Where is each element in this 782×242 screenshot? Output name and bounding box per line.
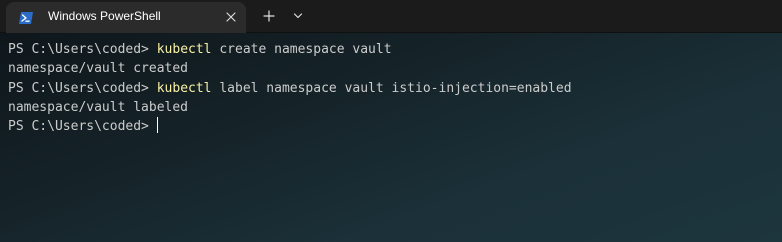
prompt: PS C:\Users\coded>	[8, 42, 157, 57]
command-output: namespace/vault created	[8, 61, 189, 77]
chevron-down-icon	[293, 13, 303, 19]
plus-icon	[263, 10, 275, 22]
tab-windows-powershell[interactable]: Windows PowerShell	[6, 2, 246, 33]
command-args: label namespace vault istio-injection=en…	[211, 80, 572, 96]
terminal-line: PS C:\Users\coded> kubectl label namespa…	[8, 79, 774, 98]
terminal-line: namespace/vault labeled	[8, 98, 774, 117]
powershell-icon	[19, 12, 33, 24]
terminal-output[interactable]: PS C:\Users\coded> kubectl create namesp…	[0, 34, 782, 242]
command-name: kubectl	[156, 80, 212, 96]
terminal-line: PS C:\Users\coded> kubectl create namesp…	[8, 40, 774, 59]
prompt: PS C:\Users\coded>	[8, 80, 157, 96]
title-bar: Windows PowerShell	[0, 0, 782, 33]
command-args: create namespace vault	[211, 42, 392, 57]
tab-title: Windows PowerShell	[48, 9, 161, 23]
prompt: PS C:\Users\coded>	[8, 119, 149, 135]
new-tab-button[interactable]	[258, 6, 280, 26]
terminal-window: Windows PowerShell PS C:\Users\coded> ku…	[0, 0, 782, 242]
text-cursor	[156, 117, 158, 134]
close-tab-button[interactable]	[222, 8, 240, 26]
terminal-line: PS C:\Users\coded>	[8, 117, 774, 136]
terminal-line: namespace/vault created	[8, 59, 774, 78]
command-output: namespace/vault labeled	[8, 99, 189, 115]
command-name: kubectl	[156, 42, 212, 57]
profile-dropdown-button[interactable]	[288, 6, 308, 26]
close-icon	[226, 12, 236, 22]
